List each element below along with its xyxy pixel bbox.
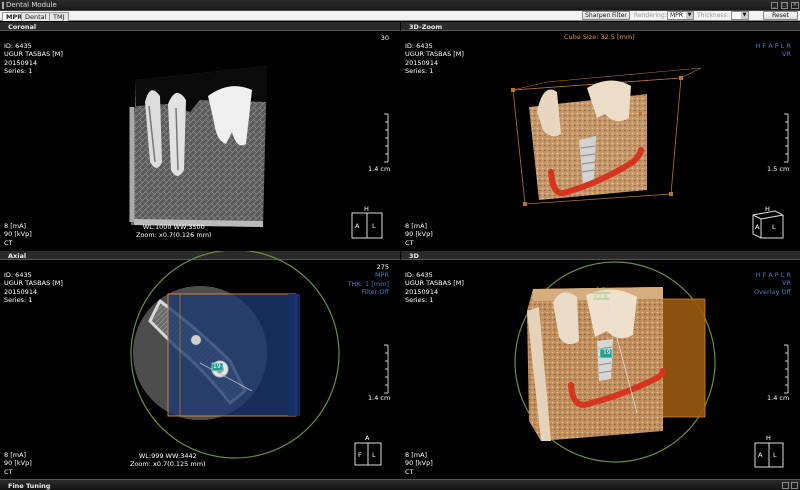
cube-label-h: H bbox=[364, 205, 369, 213]
collapse-icon[interactable] bbox=[791, 482, 798, 489]
reset-button[interactable]: Reset bbox=[763, 11, 798, 20]
cube-label-l: L bbox=[372, 222, 376, 230]
cube-label-a: A bbox=[355, 222, 360, 230]
panel-icon[interactable] bbox=[782, 482, 789, 489]
cube-label-f: F bbox=[358, 451, 362, 459]
status-bar: Fine Tuning bbox=[0, 479, 800, 490]
coronal-viewport[interactable]: Coronal ID: 6435 UGUR TASBAS [M] 2015091… bbox=[0, 22, 400, 250]
tab-tmj[interactable]: TMJ bbox=[49, 12, 69, 21]
close-icon[interactable]: × bbox=[791, 2, 799, 9]
sharpen-filter-button[interactable]: Sharpen Filter bbox=[582, 11, 630, 20]
window-title: Dental Module bbox=[6, 1, 57, 9]
window-titlebar: Dental Module _ □ × bbox=[0, 0, 800, 11]
thickness-label: Thickness: bbox=[697, 12, 729, 19]
rendering-select[interactable]: MPR ▼ bbox=[667, 11, 694, 20]
v3d-viewport[interactable]: 3D 3.7 12.0 19 ID: 6435 UGUR TASBAS [M] … bbox=[401, 251, 800, 479]
toolbar: MPR Dental TMJ Sharpen Filter Rendering:… bbox=[0, 11, 800, 21]
fine-tuning-label[interactable]: Fine Tuning bbox=[8, 482, 50, 490]
grip-icon bbox=[2, 2, 4, 9]
axial-viewport[interactable]: Axial 19 ID: 6435 UGUR TASBAS [M] 201509… bbox=[0, 251, 400, 479]
cube-label-a: A bbox=[365, 434, 370, 442]
orientation-cube-icon[interactable] bbox=[401, 251, 800, 479]
thickness-select[interactable]: ▼ bbox=[731, 11, 749, 20]
cube-label-l: L bbox=[773, 451, 777, 459]
chevron-down-icon: ▼ bbox=[686, 12, 693, 19]
tab-dental[interactable]: Dental bbox=[21, 12, 51, 21]
chevron-down-icon: ▼ bbox=[741, 12, 748, 19]
cube-label-l: L bbox=[372, 451, 376, 459]
rendering-label: Rendering: bbox=[634, 12, 667, 19]
cube-label-a: A bbox=[755, 223, 760, 231]
orientation-cube-icon[interactable] bbox=[401, 22, 800, 250]
zoom3d-viewport[interactable]: 3D-Zoom Cube Size: 32.5 [mm] ID: 6435 UG… bbox=[401, 22, 800, 250]
orientation-cube-icon[interactable] bbox=[0, 251, 400, 479]
cube-label-h: H bbox=[765, 205, 770, 213]
orientation-cube-icon[interactable] bbox=[0, 22, 400, 250]
cube-label-l: L bbox=[772, 223, 776, 231]
maximize-icon[interactable]: □ bbox=[781, 2, 788, 9]
rendering-value: MPR bbox=[670, 12, 683, 19]
cube-label-h: H bbox=[766, 434, 771, 442]
minimize-icon[interactable]: _ bbox=[771, 2, 778, 9]
cube-label-a: A bbox=[758, 451, 763, 459]
